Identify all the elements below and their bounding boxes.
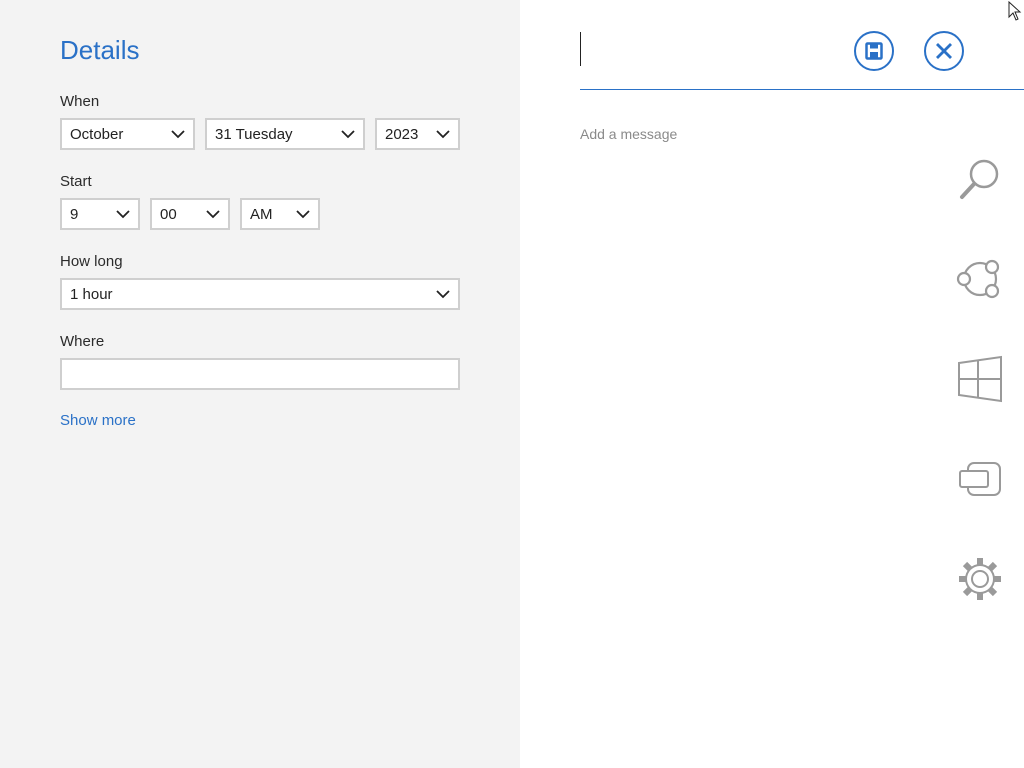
mouse-cursor-icon bbox=[1008, 1, 1022, 21]
search-icon bbox=[960, 159, 999, 199]
year-value: 2023 bbox=[385, 126, 419, 143]
save-icon bbox=[865, 42, 883, 60]
chevron-down-icon bbox=[171, 130, 185, 139]
minute-select[interactable]: 00 bbox=[150, 198, 230, 230]
close-button[interactable] bbox=[924, 31, 964, 71]
where-label: Where bbox=[60, 333, 105, 350]
how-long-label: How long bbox=[60, 253, 123, 270]
chevron-down-icon bbox=[116, 210, 130, 219]
year-select[interactable]: 2023 bbox=[375, 118, 460, 150]
start-charm[interactable] bbox=[954, 353, 1006, 405]
chevron-down-icon bbox=[341, 130, 355, 139]
when-label: When bbox=[60, 93, 100, 110]
chevron-down-icon bbox=[206, 210, 220, 219]
duration-value: 1 hour bbox=[70, 286, 113, 303]
search-charm[interactable] bbox=[954, 153, 1006, 205]
settings-icon bbox=[959, 558, 1001, 600]
details-title: Details bbox=[60, 35, 140, 65]
save-button[interactable] bbox=[854, 31, 894, 71]
day-select[interactable]: 31 Tuesday bbox=[205, 118, 365, 150]
close-icon bbox=[936, 43, 952, 59]
event-title-input[interactable] bbox=[580, 30, 840, 70]
minute-value: 00 bbox=[160, 206, 177, 223]
month-select[interactable]: October bbox=[60, 118, 195, 150]
chevron-down-icon bbox=[436, 130, 450, 139]
message-input[interactable]: Add a message bbox=[580, 126, 677, 142]
devices-icon bbox=[959, 462, 1001, 496]
ampm-select[interactable]: AM bbox=[240, 198, 320, 230]
text-caret bbox=[580, 32, 581, 66]
details-panel: Details When October 31 Tuesday 2023 Sta… bbox=[0, 0, 520, 768]
chevron-down-icon bbox=[436, 290, 450, 299]
ampm-value: AM bbox=[250, 206, 273, 223]
hour-value: 9 bbox=[70, 206, 79, 223]
share-icon bbox=[956, 259, 1000, 299]
start-icon bbox=[958, 355, 1002, 403]
chevron-down-icon bbox=[296, 210, 310, 219]
duration-select[interactable]: 1 hour bbox=[60, 278, 460, 310]
start-label: Start bbox=[60, 173, 92, 190]
devices-charm[interactable] bbox=[954, 453, 1006, 505]
where-input[interactable] bbox=[60, 358, 460, 390]
month-value: October bbox=[70, 126, 124, 143]
show-more-link[interactable]: Show more bbox=[60, 412, 136, 429]
event-panel: Add a message bbox=[520, 0, 1024, 768]
day-value: 31 Tuesday bbox=[215, 126, 293, 143]
title-underline bbox=[580, 89, 1024, 90]
settings-charm[interactable] bbox=[954, 553, 1006, 605]
hour-select[interactable]: 9 bbox=[60, 198, 140, 230]
share-charm[interactable] bbox=[954, 253, 1006, 305]
